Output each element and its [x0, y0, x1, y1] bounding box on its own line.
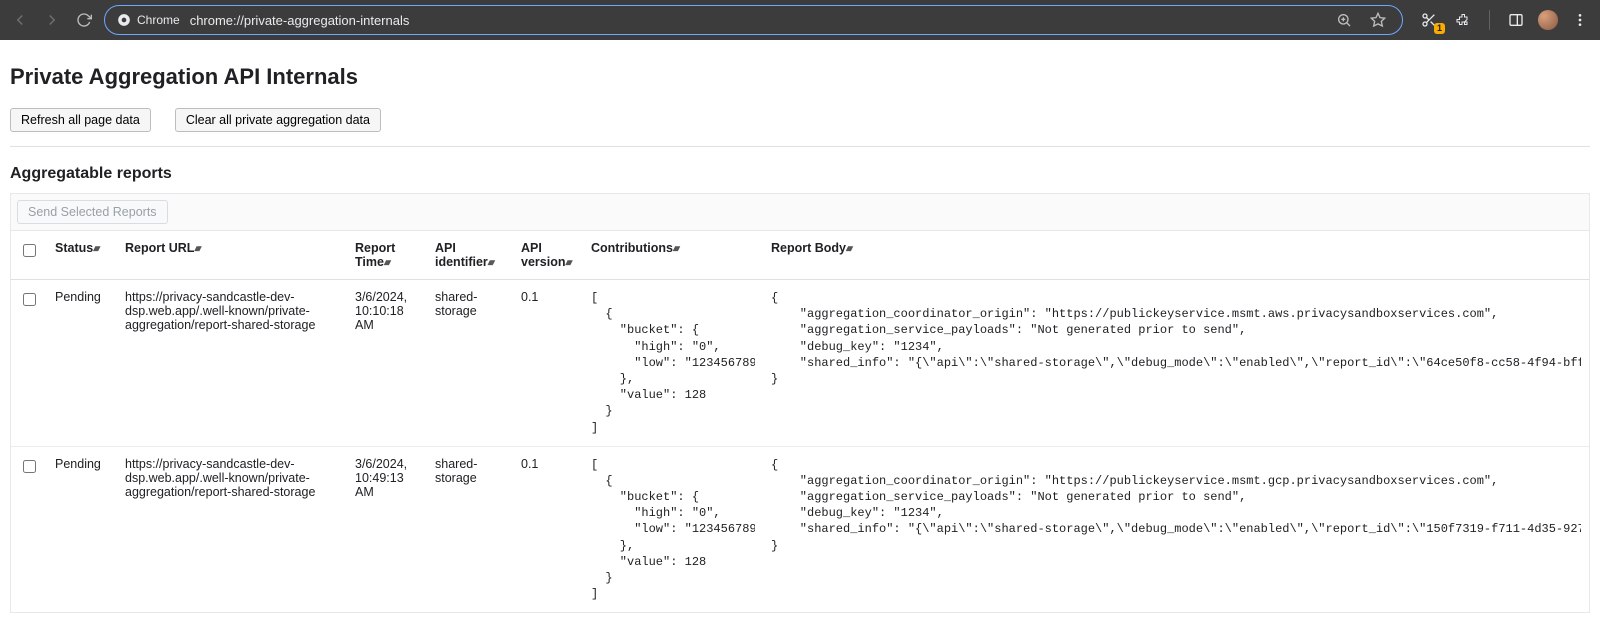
sort-icon: ▴▾ [384, 257, 389, 267]
cell-url: https://privacy-sandcastle-dev-dsp.web.a… [117, 280, 347, 447]
sort-icon: ▴▾ [565, 257, 570, 267]
site-chip: Chrome [117, 13, 180, 27]
col-contributions[interactable]: Contributions▴▾ [583, 231, 763, 280]
cell-api: shared-storage [427, 280, 513, 447]
col-version[interactable]: API version▴▾ [513, 231, 583, 280]
col-body[interactable]: Report Body▴▾ [763, 231, 1589, 280]
sort-icon: ▴▾ [194, 243, 199, 253]
reload-button[interactable] [72, 8, 96, 32]
send-selected-button[interactable]: Send Selected Reports [17, 200, 168, 224]
cell-api: shared-storage [427, 446, 513, 612]
cell-status: Pending [47, 280, 117, 447]
sort-icon: ▴▾ [673, 243, 678, 253]
col-status[interactable]: Status▴▾ [47, 231, 117, 280]
cell-contributions: [ { "bucket": { "high": "0", "low": "123… [583, 280, 763, 447]
col-url-label: Report URL [125, 241, 194, 255]
cell-body: { "aggregation_coordinator_origin": "htt… [763, 446, 1589, 612]
clear-data-button[interactable]: Clear all private aggregation data [175, 108, 381, 132]
cell-time: 3/6/2024, 10:10:18 AM [347, 280, 427, 447]
row-checkbox[interactable] [23, 293, 36, 306]
zoom-icon[interactable] [1332, 8, 1356, 32]
forward-button[interactable] [40, 8, 64, 32]
site-chip-label: Chrome [137, 13, 180, 27]
select-all-checkbox[interactable] [23, 244, 36, 257]
col-version-label: API version [521, 241, 565, 269]
cell-contributions: [ { "bucket": { "high": "0", "low": "123… [583, 446, 763, 612]
action-buttons: Refresh all page data Clear all private … [10, 108, 1590, 132]
refresh-button[interactable]: Refresh all page data [10, 108, 151, 132]
profile-avatar[interactable] [1538, 10, 1558, 30]
bookmark-star-icon[interactable] [1366, 8, 1390, 32]
extension-badge-count: 1 [1434, 23, 1445, 34]
reports-panel: Send Selected Reports Status▴▾ Report UR… [10, 193, 1590, 613]
col-time-label: Report Time [355, 241, 395, 269]
extensions-icon[interactable] [1451, 8, 1475, 32]
col-contrib-label: Contributions [591, 241, 673, 255]
col-body-label: Report Body [771, 241, 846, 255]
sort-icon: ▴▾ [488, 257, 493, 267]
cell-version: 0.1 [513, 280, 583, 447]
page-title: Private Aggregation API Internals [10, 64, 1590, 90]
cell-version: 0.1 [513, 446, 583, 612]
cell-url: https://privacy-sandcastle-dev-dsp.web.a… [117, 446, 347, 612]
reports-table: Status▴▾ Report URL▴▾ Report Time▴▾ API … [11, 231, 1589, 612]
kebab-menu-icon[interactable] [1568, 8, 1592, 32]
col-time[interactable]: Report Time▴▾ [347, 231, 427, 280]
cell-time: 3/6/2024, 10:49:13 AM [347, 446, 427, 612]
col-status-label: Status [55, 241, 93, 255]
table-row: Pendinghttps://privacy-sandcastle-dev-ds… [11, 446, 1589, 612]
side-panel-icon[interactable] [1504, 8, 1528, 32]
section-divider [10, 146, 1590, 147]
select-all-header [11, 231, 47, 280]
col-api-label: API identifier [435, 241, 488, 269]
reports-toolbar: Send Selected Reports [11, 194, 1589, 231]
address-bar[interactable]: Chrome chrome://private-aggregation-inte… [104, 5, 1403, 35]
table-header-row: Status▴▾ Report URL▴▾ Report Time▴▾ API … [11, 231, 1589, 280]
sort-icon: ▴▾ [93, 243, 98, 253]
cell-body: { "aggregation_coordinator_origin": "htt… [763, 280, 1589, 447]
table-row: Pendinghttps://privacy-sandcastle-dev-ds… [11, 280, 1589, 447]
row-checkbox[interactable] [23, 460, 36, 473]
toolbar-right: 1 [1411, 8, 1592, 32]
col-url[interactable]: Report URL▴▾ [117, 231, 347, 280]
cell-status: Pending [47, 446, 117, 612]
extension-scissors-icon[interactable]: 1 [1417, 8, 1441, 32]
toolbar-divider [1489, 10, 1490, 30]
sort-icon: ▴▾ [846, 243, 851, 253]
page-content: Private Aggregation API Internals Refres… [0, 40, 1600, 633]
chrome-icon [117, 13, 131, 27]
back-button[interactable] [8, 8, 32, 32]
col-api[interactable]: API identifier▴▾ [427, 231, 513, 280]
reports-section-title: Aggregatable reports [10, 165, 1590, 183]
address-bar-url: chrome://private-aggregation-internals [190, 13, 410, 28]
browser-toolbar: Chrome chrome://private-aggregation-inte… [0, 0, 1600, 40]
